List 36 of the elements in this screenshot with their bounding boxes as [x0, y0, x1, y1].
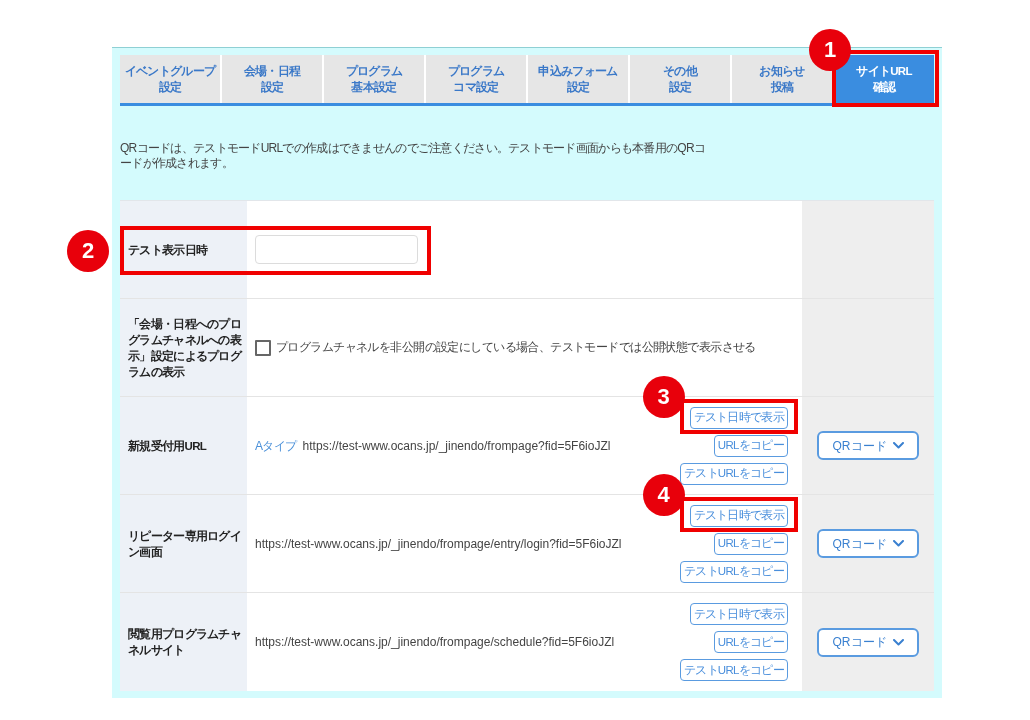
- tab[interactable]: プログラム コマ設定: [426, 55, 526, 103]
- url-text: https://test-www.ocans.jp/_jinendo/frompage/entry/login?fid=5F6ioJZl: [255, 535, 622, 553]
- step-number-badge: 1: [809, 29, 851, 71]
- notice-text: QRコードは、テストモードURLでの作成はできませんのでご注意ください。テストモード画面からも本番用のQRコードが作成されます。: [120, 141, 707, 171]
- tab[interactable]: 申込みフォーム 設定: [528, 55, 628, 103]
- action-button[interactable]: テストURLをコピー: [679, 560, 788, 583]
- checkbox-label[interactable]: プログラムチャネルを非公開の設定にしている場合、テストモードでは公開状態で表示させる: [276, 338, 756, 357]
- row-label: 「会場・日程へのプログラムチャネルへの表示」設定によるプログラムの表示: [128, 316, 243, 380]
- row-label: テスト表示日時: [128, 242, 208, 258]
- qr-code-button[interactable]: QRコード: [817, 627, 919, 657]
- action-button[interactable]: テストURLをコピー: [679, 659, 788, 681]
- chevron-down-icon: [892, 442, 904, 449]
- action-button[interactable]: テスト日時で表示: [689, 406, 788, 429]
- row-label: 閲覧用プログラムチャネルサイト: [128, 626, 243, 658]
- url-text: https://test-www.ocans.jp/_jinendo/frompage?fid=5F6ioJZl: [302, 437, 611, 455]
- row-label: リピーター専用ログイン画面: [128, 528, 243, 560]
- tab[interactable]: 会場・日程 設定: [222, 55, 322, 103]
- chevron-down-icon: [892, 638, 904, 646]
- action-button[interactable]: テストURLをコピー: [679, 462, 788, 485]
- action-button[interactable]: URLをコピー: [713, 434, 788, 457]
- type-link[interactable]: Aタイプ: [255, 436, 297, 455]
- tab[interactable]: プログラム 基本設定: [324, 55, 424, 103]
- action-button[interactable]: URLをコピー: [713, 631, 788, 653]
- tab[interactable]: イベントグループ 設定: [120, 55, 220, 103]
- action-button[interactable]: テスト日時で表示: [689, 504, 788, 527]
- url-text: https://test-www.ocans.jp/_jinendo/frompage/schedule?fid=5F6ioJZl: [255, 634, 615, 651]
- row-label: 新規受付用URL: [128, 438, 207, 454]
- action-button[interactable]: URLをコピー: [713, 532, 788, 555]
- qr-code-button[interactable]: QRコード: [817, 529, 919, 558]
- qr-code-button[interactable]: QRコード: [817, 431, 919, 460]
- step-number-badge: 2: [67, 229, 109, 272]
- action-button[interactable]: テスト日時で表示: [689, 603, 788, 625]
- tab[interactable]: その他 設定: [630, 55, 730, 103]
- datetime-field[interactable]: [255, 235, 418, 264]
- chevron-down-icon: [892, 540, 904, 547]
- checkbox[interactable]: [255, 339, 271, 356]
